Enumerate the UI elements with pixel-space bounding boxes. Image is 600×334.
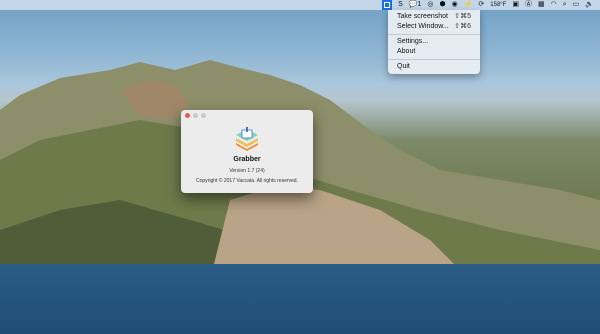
menu-label: Settings... xyxy=(397,38,429,45)
search-icon[interactable]: ⌕ xyxy=(563,0,567,10)
menu-separator xyxy=(388,34,480,35)
s-icon[interactable]: S xyxy=(398,0,403,10)
about-window: Grabber Version 1.7 (24) Copyright © 201… xyxy=(181,110,313,193)
screen-icon[interactable]: ▭ xyxy=(573,0,580,10)
sync-icon[interactable]: ⟳ xyxy=(478,0,484,10)
grid-icon[interactable]: ▦ xyxy=(538,0,545,10)
menu-label: About xyxy=(397,48,416,55)
chat-count: 1 xyxy=(417,1,422,8)
menu-item-quit[interactable]: Quit xyxy=(388,62,480,72)
speaker-icon[interactable]: 🔈 xyxy=(585,0,594,10)
menu-item-take-screenshot[interactable]: Take screenshot ⇧⌘5 xyxy=(388,12,480,22)
title-bar xyxy=(181,110,313,120)
minimize-button xyxy=(193,112,198,118)
chat-icon[interactable]: 💬 1 xyxy=(409,0,422,10)
zoom-button xyxy=(201,112,206,118)
shortcut-label: ⇧⌘6 xyxy=(454,23,471,30)
grabber-icon[interactable] xyxy=(382,0,393,10)
sea xyxy=(0,264,600,334)
trash-icon[interactable]: ▣ xyxy=(512,0,519,10)
bolt-icon[interactable]: ⚡ xyxy=(464,0,473,10)
menu-item-settings[interactable]: Settings... xyxy=(388,37,480,47)
menu-item-select-window[interactable]: Select Window... ⇧⌘6 xyxy=(388,22,480,32)
menu-bar: S 💬 1 ◎ ⬢ ◉ ⚡ ⟳ 158°F ▣ Ⓐ ▦ ◠ ⌕ ▭ 🔈 xyxy=(0,0,600,10)
grabber-app-icon xyxy=(236,127,258,151)
a-icon[interactable]: Ⓐ xyxy=(525,0,532,10)
copyright-text: Copyright © 2017 Vaccata. All rights res… xyxy=(196,178,298,184)
menu-label: Select Window... xyxy=(397,23,449,30)
menu-label: Quit xyxy=(397,63,410,70)
wifi-icon[interactable]: ◠ xyxy=(551,0,557,10)
close-button[interactable] xyxy=(185,112,190,118)
menu-separator xyxy=(388,59,480,60)
temperature-readout[interactable]: 158°F xyxy=(490,0,506,10)
app-name: Grabber xyxy=(233,156,261,163)
cube-icon[interactable]: ⬢ xyxy=(439,0,445,10)
desktop: S 💬 1 ◎ ⬢ ◉ ⚡ ⟳ 158°F ▣ Ⓐ ▦ ◠ ⌕ ▭ 🔈 Take … xyxy=(0,0,600,334)
menu-label: Take screenshot xyxy=(397,13,448,20)
menu-item-about[interactable]: About xyxy=(388,47,480,57)
globe-icon[interactable]: ◎ xyxy=(427,0,433,10)
version-text: Version 1.7 (24) xyxy=(229,168,265,174)
grabber-menu: Take screenshot ⇧⌘5 Select Window... ⇧⌘6… xyxy=(388,10,480,74)
shortcut-label: ⇧⌘5 xyxy=(454,13,471,20)
target-icon[interactable]: ◉ xyxy=(452,0,458,10)
